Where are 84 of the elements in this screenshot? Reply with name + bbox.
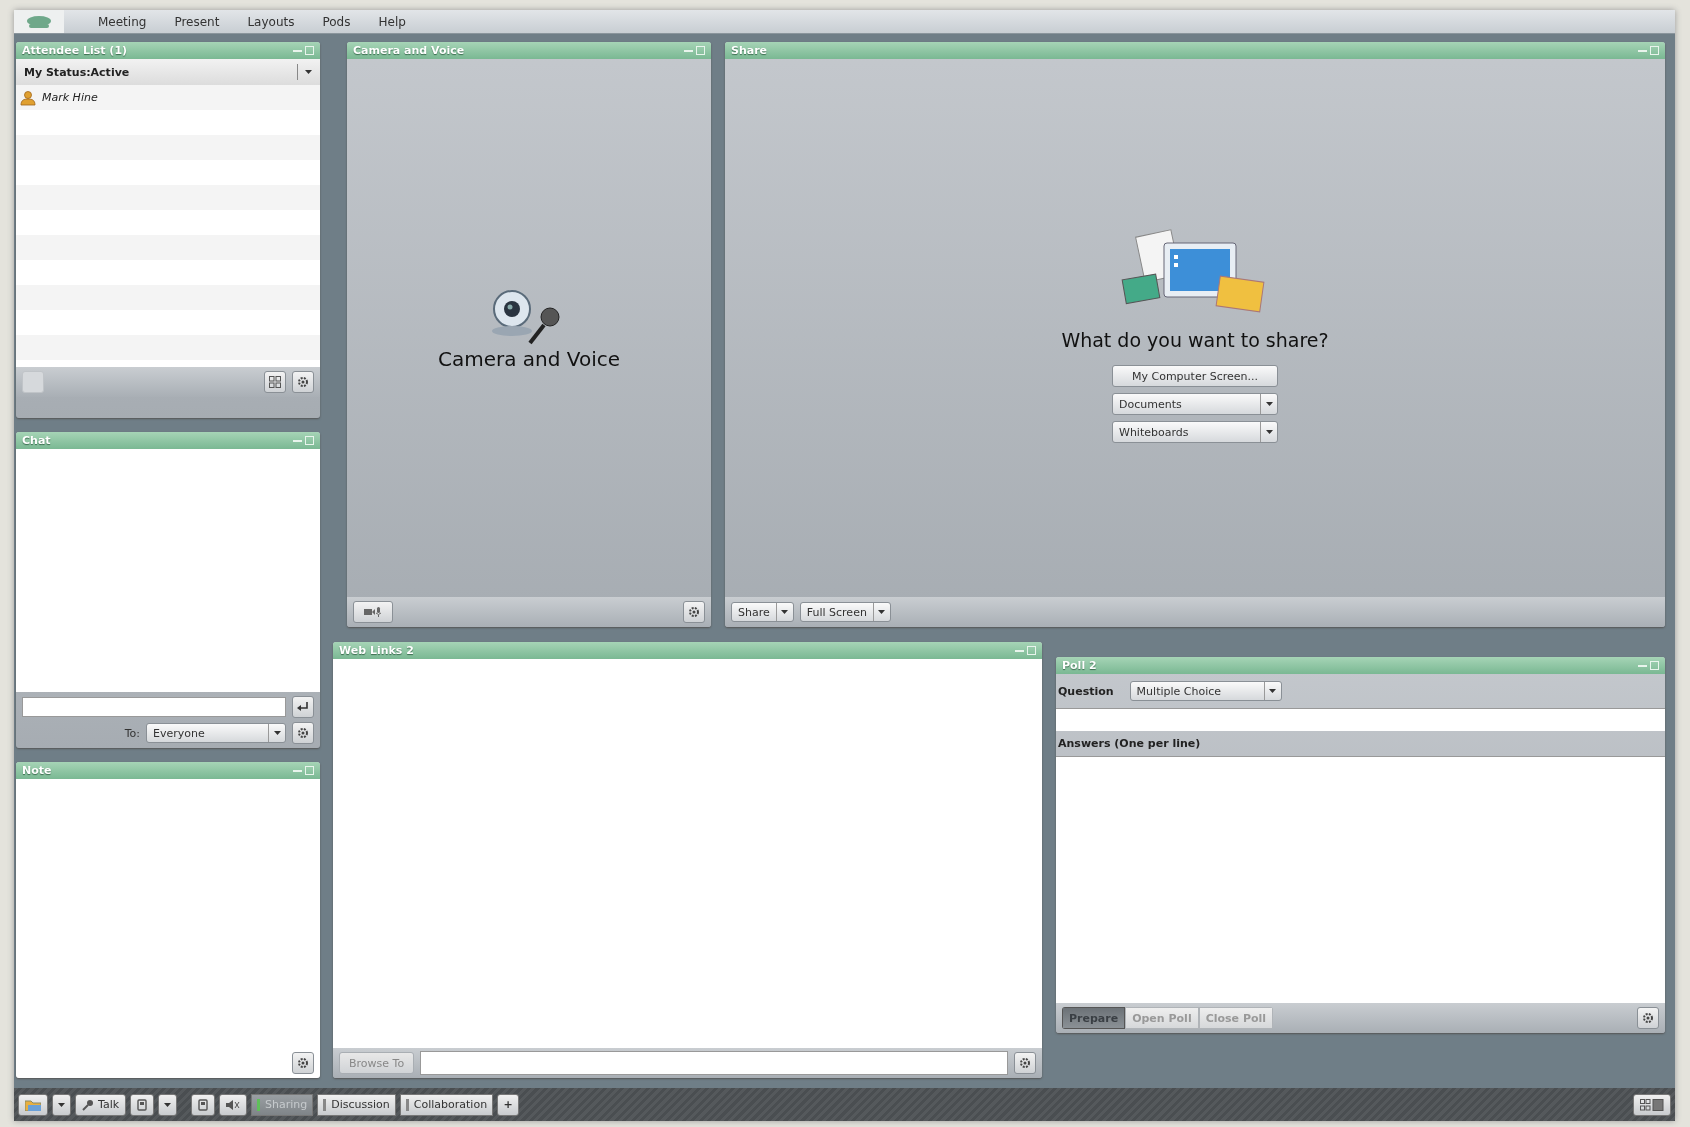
- caret-icon: [273, 731, 281, 735]
- settings-icon: [1642, 1012, 1654, 1024]
- phone-icon: [137, 1098, 148, 1111]
- answers-field[interactable]: [1056, 756, 1665, 1003]
- maximize-icon[interactable]: [1650, 661, 1659, 670]
- phone-icon: [198, 1098, 209, 1111]
- to-label: To:: [124, 726, 140, 740]
- camera-microphone-icon: [364, 607, 382, 617]
- share-option-dropdown[interactable]: Whiteboards: [1112, 421, 1278, 443]
- settings-button[interactable]: [292, 371, 314, 393]
- settings-button[interactable]: [1014, 1052, 1036, 1074]
- answers-label: Answers (One per line): [1057, 736, 1202, 752]
- question-field[interactable]: [1056, 708, 1665, 731]
- dropdown-button[interactable]: [158, 1093, 178, 1116]
- layout-icon: [1640, 1098, 1664, 1111]
- settings-icon: [1019, 1057, 1031, 1069]
- pod-title: Chat: [22, 434, 51, 447]
- menu-item[interactable]: Help: [364, 14, 420, 29]
- settings-button[interactable]: [1637, 1007, 1659, 1029]
- question-type-dropdown[interactable]: Multiple Choice: [1129, 681, 1282, 701]
- phone-button[interactable]: [130, 1093, 155, 1116]
- logo-icon: [24, 14, 54, 29]
- settings-button[interactable]: [683, 601, 705, 623]
- talk-button[interactable]: Talk: [75, 1093, 127, 1116]
- caret-icon: [58, 1102, 65, 1107]
- layout-toggle-button[interactable]: [1633, 1093, 1671, 1116]
- url-field[interactable]: [420, 1051, 1008, 1075]
- dropdown-button[interactable]: [52, 1093, 71, 1116]
- camera-voice-button[interactable]: [353, 601, 393, 623]
- footer-dropdown-button[interactable]: Share: [731, 602, 794, 622]
- pod-title: Attendee List (1): [22, 44, 128, 57]
- menu-item[interactable]: Meeting: [84, 14, 161, 29]
- settings-icon: [297, 727, 309, 739]
- speaker-muted-icon: [226, 1098, 241, 1111]
- menu-item[interactable]: Pods: [308, 14, 365, 29]
- pod-title: Poll 2: [1062, 659, 1097, 672]
- microphone-icon: [82, 1098, 94, 1111]
- menu-item[interactable]: Present: [160, 14, 234, 29]
- maximize-icon[interactable]: [696, 46, 705, 55]
- pod-title: Share: [731, 44, 768, 57]
- settings-icon: [297, 1057, 309, 1069]
- question-label: Question: [1058, 684, 1114, 698]
- caret-icon: [305, 70, 312, 74]
- share-option-dropdown[interactable]: Documents: [1112, 393, 1278, 415]
- send-button[interactable]: [292, 696, 314, 718]
- layout-tab[interactable]: Discussion: [317, 1093, 396, 1116]
- add-layout-button[interactable]: +: [497, 1093, 520, 1116]
- logo-button[interactable]: [14, 10, 64, 33]
- recipient-dropdown[interactable]: Everyone: [146, 723, 286, 743]
- grid-icon: [269, 376, 281, 388]
- caret-icon: [1265, 430, 1273, 434]
- camera-voice-label: Camera and Voice: [437, 347, 621, 371]
- pod-title: Note: [22, 764, 52, 777]
- settings-icon: [297, 376, 309, 388]
- phone-button[interactable]: [191, 1093, 216, 1116]
- status-dropdown[interactable]: My Status:Active: [16, 59, 320, 85]
- caret-icon: [1269, 689, 1277, 693]
- person-icon: [20, 89, 36, 106]
- footer-dropdown-button[interactable]: Full Screen: [799, 602, 891, 622]
- attendee-row[interactable]: Mark Hine: [16, 85, 320, 110]
- settings-icon: [688, 606, 700, 618]
- enter-icon: [297, 702, 309, 712]
- caret-icon: [1265, 402, 1273, 406]
- pod-title: Camera and Voice: [353, 44, 465, 57]
- maximize-icon[interactable]: [1027, 646, 1036, 655]
- view-button[interactable]: [264, 371, 286, 393]
- maximize-icon[interactable]: [1650, 46, 1659, 55]
- layout-tab[interactable]: Collaboration: [399, 1093, 494, 1116]
- maximize-icon[interactable]: [305, 766, 314, 775]
- settings-button[interactable]: [292, 722, 314, 744]
- speaker-muted-button[interactable]: [219, 1093, 248, 1116]
- settings-button[interactable]: [292, 1052, 314, 1074]
- caret-icon: [781, 610, 789, 614]
- message-field[interactable]: [22, 697, 286, 717]
- caret-icon: [164, 1102, 172, 1107]
- caret-icon: [878, 610, 886, 614]
- share-option-button[interactable]: My Computer Screen...: [1112, 365, 1278, 387]
- meeting-button[interactable]: [18, 1093, 48, 1116]
- maximize-icon[interactable]: [305, 436, 314, 445]
- pod-title: Web Links 2: [339, 644, 414, 657]
- folder-icon: [25, 1098, 41, 1111]
- maximize-icon[interactable]: [305, 46, 314, 55]
- menu-item[interactable]: Layouts: [233, 14, 309, 29]
- share-prompt: What do you want to share?: [1061, 329, 1329, 351]
